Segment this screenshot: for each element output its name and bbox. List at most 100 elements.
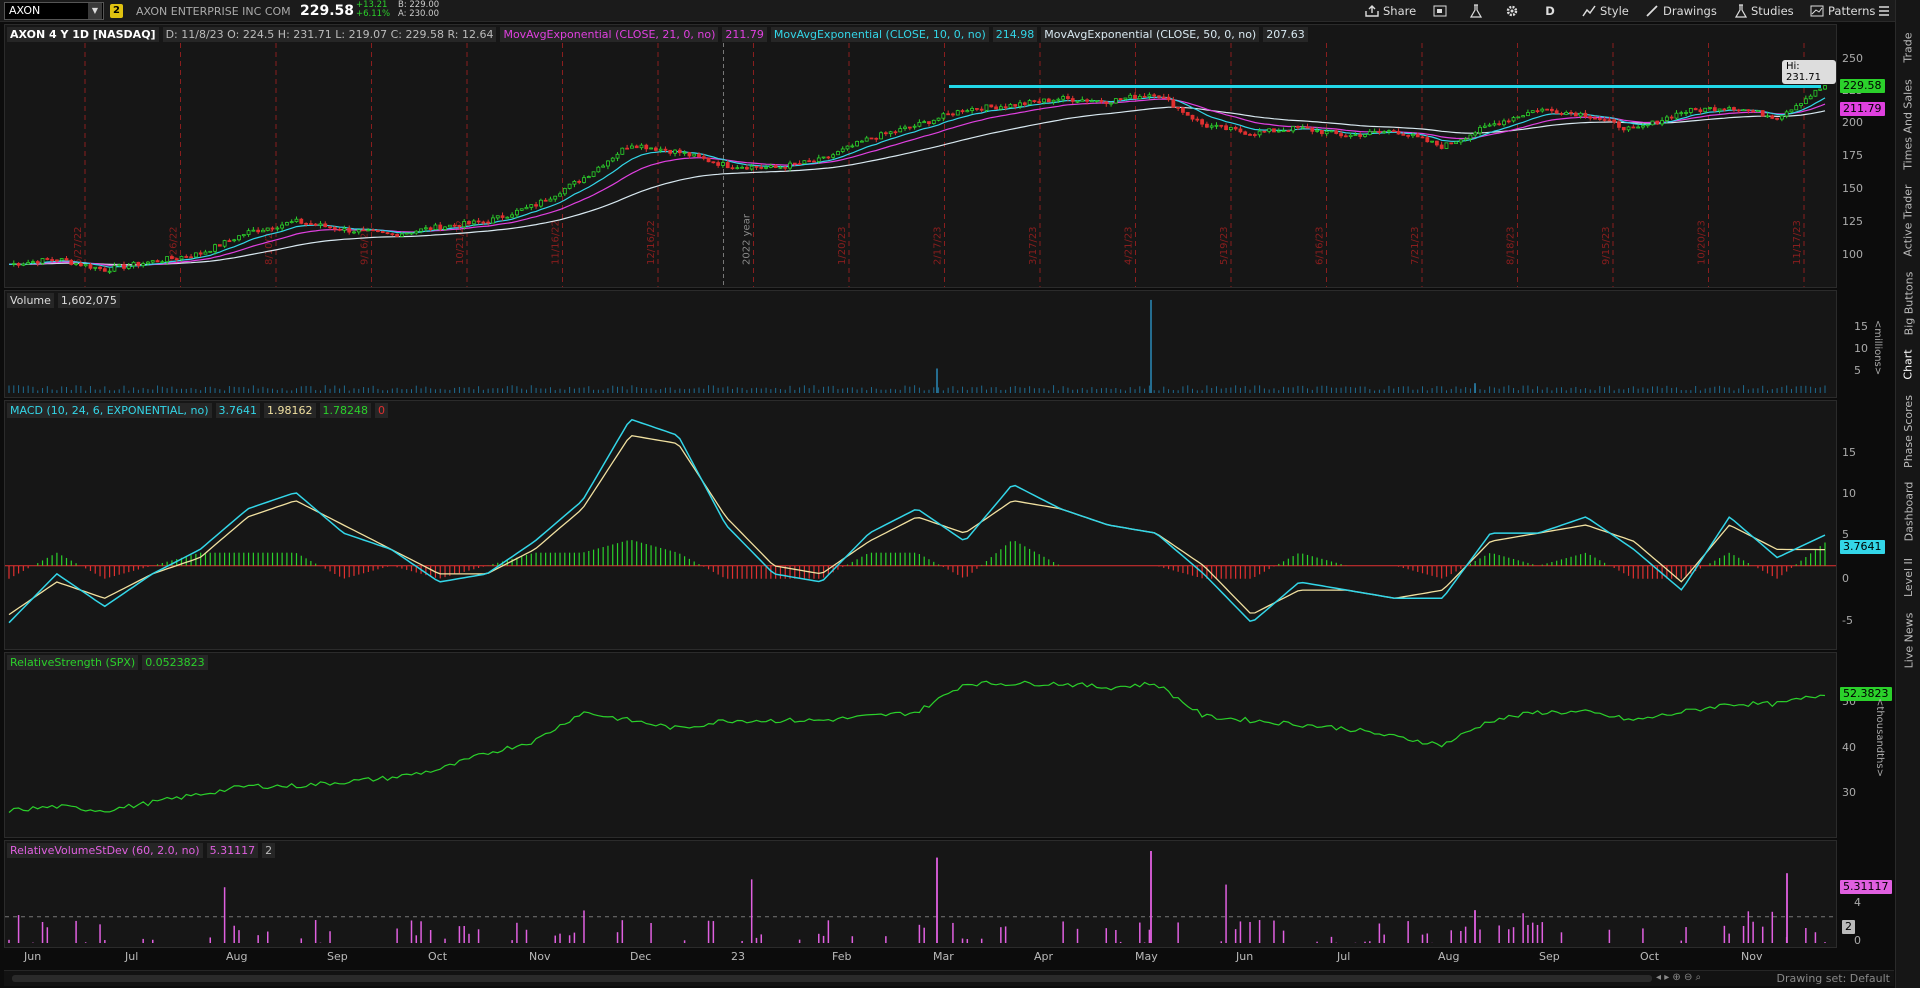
rv-scale[interactable]: 4 0 5.31117 2	[1838, 840, 1894, 948]
candle-body	[524, 206, 529, 210]
flask-button[interactable]	[1470, 2, 1482, 20]
rel-volume-stdev-chart[interactable]	[5, 841, 1836, 947]
candle-body	[620, 147, 625, 155]
candle-body	[826, 156, 831, 159]
tab-phase-scores[interactable]: Phase Scores	[1896, 392, 1920, 470]
share-button[interactable]: Share	[1365, 2, 1416, 20]
style-button[interactable]: Style	[1582, 2, 1629, 20]
candle-body	[1190, 114, 1195, 120]
candle-body	[337, 228, 342, 231]
period-button[interactable]: D	[1540, 2, 1560, 20]
rs-value: 0.0523823	[142, 655, 208, 670]
time-axis-label: Jun	[24, 950, 42, 963]
relative-strength-chart[interactable]	[5, 653, 1836, 837]
candle-body	[591, 171, 596, 177]
chart-scrollbar[interactable]: ◂ ▸ ⊕ ⊖ ⌕ Drawing set: Default	[4, 970, 1894, 986]
candle-body	[1813, 89, 1818, 97]
candle-body	[385, 232, 390, 235]
candle-body	[1688, 108, 1693, 113]
date-mark-label: 7/21/23	[1410, 226, 1421, 265]
rs-scale[interactable]: 50 40 30 52.3823 <thousandths>	[1838, 652, 1894, 838]
candle-body	[78, 262, 83, 267]
studies-button[interactable]: Studies	[1735, 2, 1794, 20]
price-panel[interactable]: 6/27/22 7/26/22 8/10/22 9/16/22 10/21/22 11/1…	[4, 24, 1837, 288]
macd-scale[interactable]: 15 10 5 0 -5 3.7641	[1838, 400, 1894, 650]
settings-button[interactable]	[1505, 2, 1519, 20]
candle-body	[1176, 106, 1181, 109]
candle-body	[649, 147, 653, 150]
rel-volume-stdev-panel[interactable]: RelativeVolumeStDev (60, 2.0, no) 5.3111…	[4, 840, 1837, 948]
relative-strength-panel[interactable]: RelativeStrength (SPX) 0.0523823	[4, 652, 1837, 838]
candle-body	[251, 229, 256, 232]
time-axis-label: Dec	[630, 950, 652, 963]
candle-body	[888, 131, 893, 135]
candle-body	[1506, 120, 1511, 123]
candle-body	[328, 226, 332, 229]
drawings-button[interactable]: Drawings	[1645, 2, 1717, 20]
tab-live-news[interactable]: Live News	[1896, 608, 1920, 672]
candle-body	[1281, 130, 1286, 133]
candle-body	[1530, 110, 1535, 113]
candle-body	[1008, 104, 1013, 108]
rv-value: 5.31117	[206, 843, 259, 858]
scroll-arrows-icon[interactable]: ◂ ▸ ⊕ ⊖ ⌕	[1656, 972, 1701, 983]
candle-body	[783, 166, 788, 169]
symbol-dropdown-icon[interactable]: ▼	[88, 3, 102, 19]
candle-body	[869, 137, 874, 140]
rv-title: RelativeVolumeStDev (60, 2.0, no)	[7, 843, 203, 858]
candle-body	[1137, 95, 1142, 100]
candle-body	[1209, 125, 1214, 128]
patterns-button[interactable]: Patterns	[1810, 2, 1875, 20]
tab-trade[interactable]: Trade	[1896, 22, 1920, 72]
tab-dashboard[interactable]: Dashboard	[1896, 478, 1920, 544]
candle-body	[64, 258, 69, 261]
style-icon	[1582, 5, 1596, 17]
candle-body	[1300, 126, 1305, 129]
tab-active-trader[interactable]: Active Trader	[1896, 178, 1920, 262]
menu-button[interactable]	[1878, 2, 1890, 20]
tab-level-ii[interactable]: Level II	[1896, 552, 1920, 602]
macd-tick: -5	[1842, 614, 1853, 627]
candle-body	[265, 227, 270, 231]
candle-body	[438, 224, 443, 230]
macd-legend: MACD (10, 24, 6, EXPONENTIAL, no) 3.7641…	[7, 403, 389, 418]
candle-body	[59, 258, 64, 261]
scrollbar-track[interactable]	[12, 975, 1652, 982]
candle-body	[1363, 134, 1367, 137]
candle-body	[1276, 130, 1281, 133]
tab-big-buttons[interactable]: Big Buttons	[1896, 268, 1920, 338]
symbol-link-badge[interactable]: 2	[110, 4, 123, 18]
macd-panel[interactable]: MACD (10, 24, 6, EXPONENTIAL, no) 3.7641…	[4, 400, 1837, 650]
candle-body	[553, 195, 558, 200]
candle-body	[376, 230, 380, 232]
style-label: Style	[1600, 4, 1629, 18]
volume-panel[interactable]: Volume 1,602,075	[4, 290, 1837, 398]
grid-button[interactable]	[1433, 2, 1447, 20]
time-axis-label: May	[1135, 950, 1158, 963]
candle-body	[1401, 133, 1406, 136]
tab-chart-label: Chart	[1902, 348, 1916, 380]
candle-body	[98, 266, 102, 270]
candle-body	[467, 221, 471, 225]
candle-body	[1396, 130, 1401, 135]
candle-body	[193, 252, 198, 258]
macd-chart[interactable]	[5, 401, 1836, 649]
patterns-icon	[1810, 5, 1824, 17]
volume-scale[interactable]: 15 10 5 <millions>	[1838, 290, 1894, 398]
candle-body	[1233, 126, 1238, 130]
macd-diff-value: 1.78248	[319, 403, 372, 418]
candle-body	[1808, 95, 1813, 100]
price-scale[interactable]: 250 225 200 175 150 125 100 229.58 211.7…	[1838, 24, 1894, 288]
candle-body	[1372, 131, 1377, 133]
tab-times-and-sales[interactable]: Times And Sales	[1896, 76, 1920, 172]
time-axis[interactable]: Jun Jul Aug Sep Oct Nov Dec 23 Feb Mar Apr May Jun Ju…	[4, 948, 1837, 968]
candle-body	[1128, 94, 1133, 99]
price-chart[interactable]: 6/27/22 7/26/22 8/10/22 9/16/22 10/21/22 11/1…	[5, 25, 1836, 287]
volume-chart[interactable]	[5, 291, 1836, 397]
candle-body	[634, 145, 639, 149]
candle-body	[1228, 126, 1233, 131]
candle-body	[572, 180, 577, 185]
drawing-set-label[interactable]: Drawing set: Default	[1777, 971, 1890, 986]
candle-body	[663, 148, 668, 151]
tab-chart[interactable]: Chart	[1896, 344, 1920, 384]
